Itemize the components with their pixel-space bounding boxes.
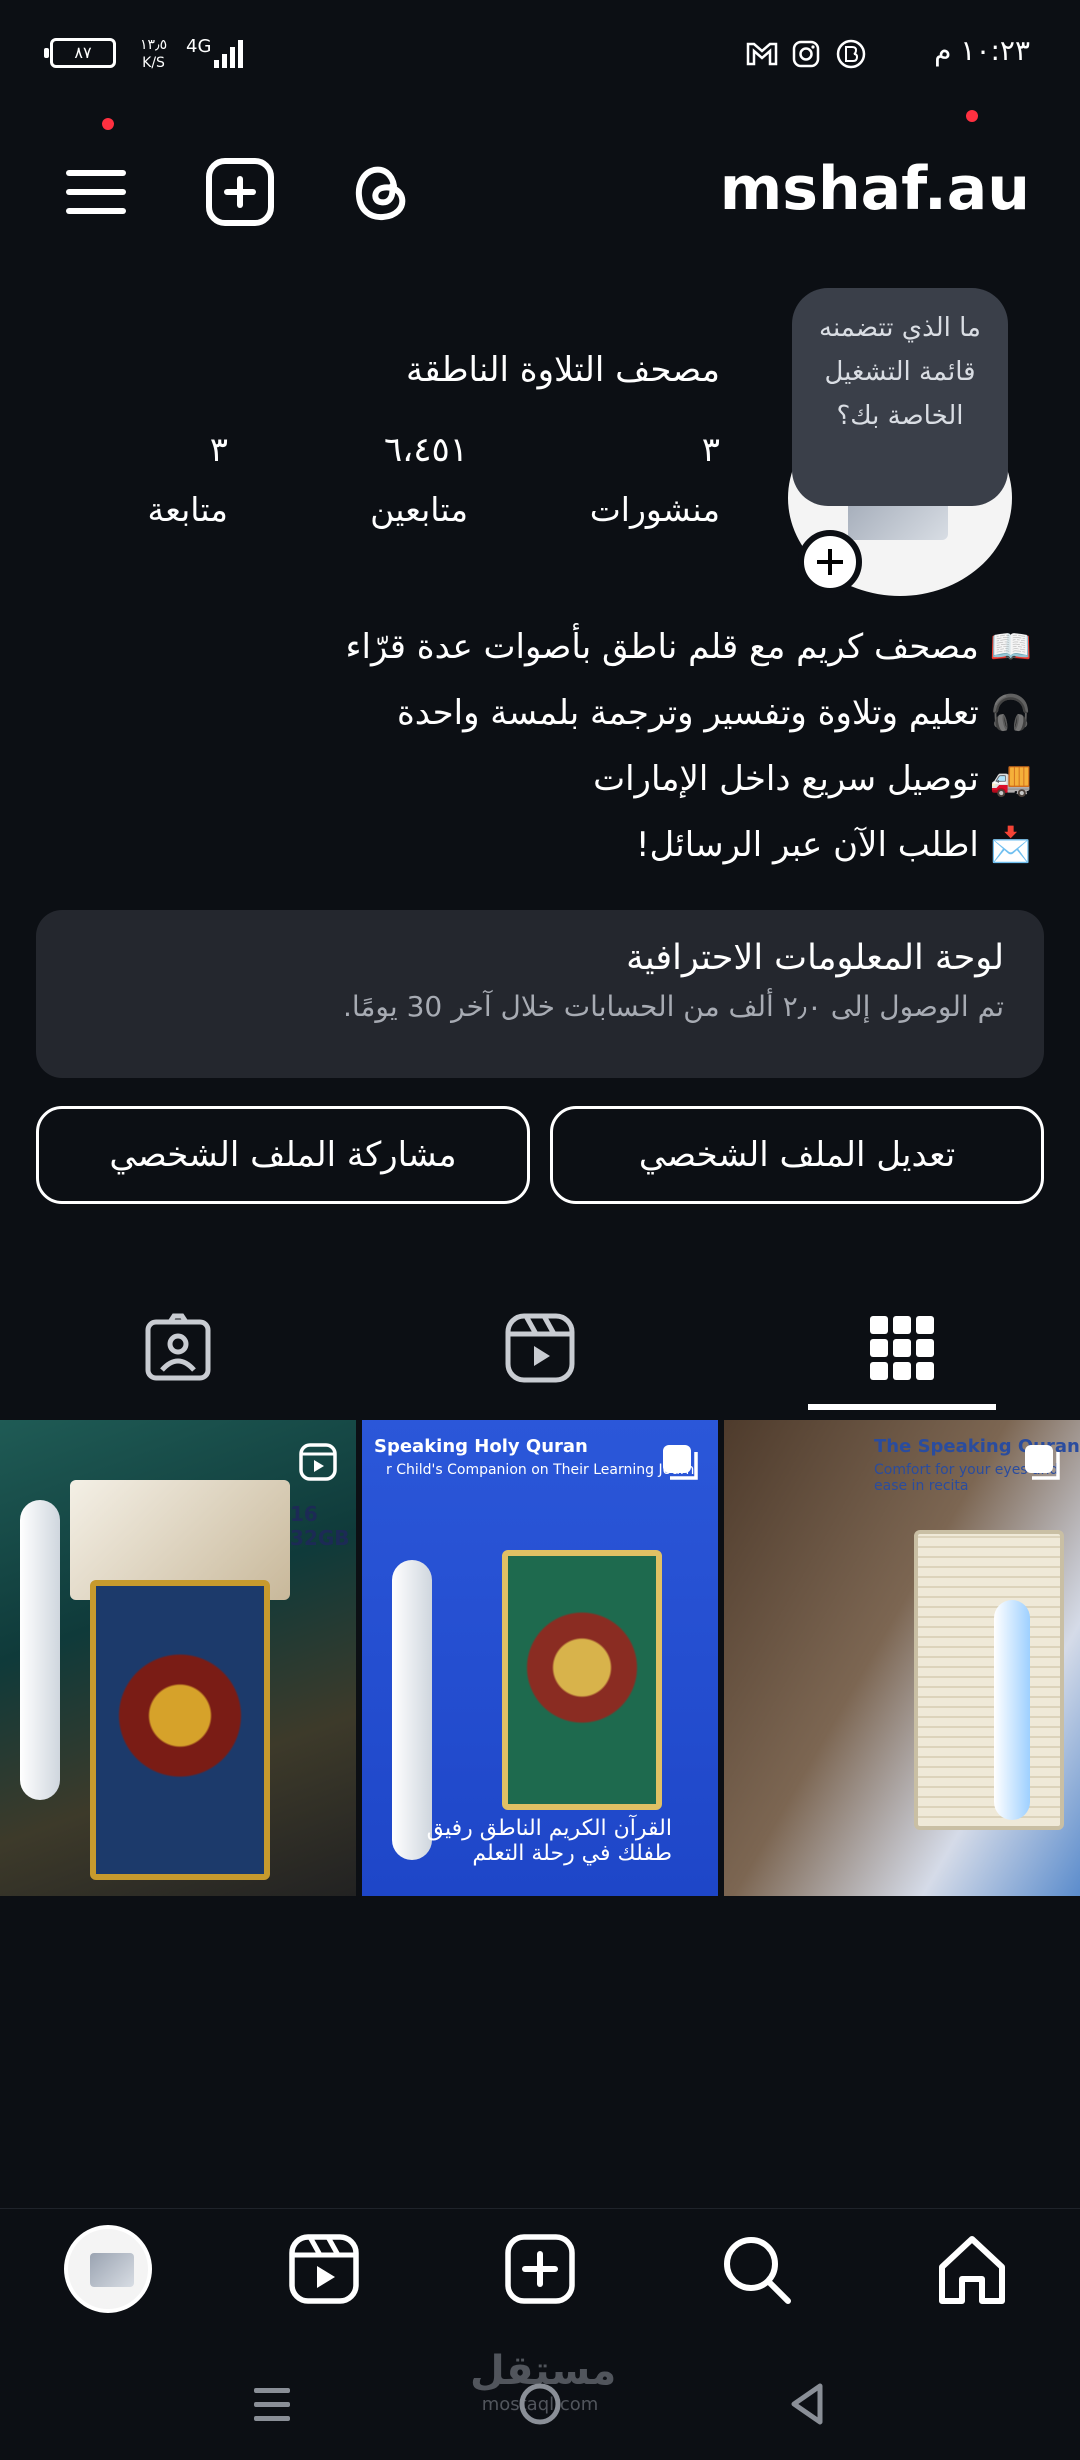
post-thumbnail[interactable]: Speaking Holy Quran r Child's Companion … [362, 1420, 718, 1896]
post-subcaption: r Child's Companion on Their Learning Jo… [386, 1462, 695, 1478]
network-type: 4G [186, 36, 212, 57]
playlist-tooltip[interactable]: ما الذي تتضمنه قائمة التشغيل الخاصة بك؟ [792, 288, 1008, 506]
followers-stat[interactable]: ٦،٤٥١ متابعين [370, 430, 468, 529]
grid-icon[interactable] [862, 1308, 942, 1388]
status-bar: ٨٧ ١٣٫٥ K/S 4G ١٠:٢٣ م [0, 0, 1080, 110]
bio-line: 📩 اطلب الآن عبر الرسائل! [635, 825, 1032, 865]
followers-label: متابعين [370, 490, 468, 529]
search-icon[interactable] [718, 2231, 794, 2307]
reading-pen-image [392, 1560, 432, 1860]
box-label-2: 32GB [290, 1526, 350, 1550]
home-icon[interactable] [934, 2231, 1010, 2307]
carousel-badge-icon [663, 1445, 698, 1480]
post-arabic-caption: القرآن الكريم الناطق رفيق طفلك في رحلة ا… [426, 1816, 672, 1866]
quran-book-image [90, 1580, 270, 1880]
following-label: متابعة [147, 490, 229, 529]
recent-apps-icon[interactable] [244, 2376, 300, 2432]
watermark-arabic: مستقل [470, 2348, 617, 2394]
reels-icon[interactable] [500, 1308, 580, 1388]
dashboard-title: لوحة المعلومات الاحترافية [626, 938, 1004, 978]
username: mshaf.au [719, 154, 1030, 224]
carousel-badge-icon [1025, 1445, 1060, 1480]
share-profile-button[interactable]: مشاركة الملف الشخصي [36, 1106, 530, 1204]
watermark: مستقل mostaql.com [470, 2348, 617, 2415]
instagram-profile-screen: ٨٧ ١٣٫٥ K/S 4G ١٠:٢٣ م mshaf.au ما الذي … [0, 0, 1080, 2460]
instagram-icon [792, 40, 820, 68]
bio-line: 🚚 توصيل سريع داخل الإمارات [593, 759, 1032, 799]
profile-tabs [0, 1290, 1080, 1410]
reel-badge-icon [299, 1443, 337, 1481]
bio-line: 🎧 تعليم وتلاوة وتفسير وترجمة بلمسة واحدة [396, 693, 1032, 733]
followers-count: ٦،٤٥١ [383, 430, 468, 470]
posts-count: ٣ [701, 430, 720, 470]
following-count: ٣ [209, 430, 228, 470]
post-thumbnail[interactable]: The Speaking Quran Comfort for your eyes… [724, 1420, 1080, 1896]
professional-dashboard[interactable]: لوحة المعلومات الاحترافية تم الوصول إلى … [36, 910, 1044, 1078]
profile-notification-dot [102, 118, 114, 130]
bottom-navigation [0, 2208, 1080, 2344]
reading-pen-image [994, 1600, 1030, 1820]
home-notification-dot [966, 110, 978, 122]
add-story-icon[interactable] [798, 530, 862, 594]
posts-label: منشورات [589, 490, 720, 529]
following-stat[interactable]: ٣ متابعة [148, 430, 229, 529]
posts-stat[interactable]: ٣ منشورات [590, 430, 720, 529]
profile-header: mshaf.au [0, 140, 1080, 250]
network-speed: ١٣٫٥ K/S [140, 36, 167, 72]
reading-pen-image [20, 1500, 60, 1800]
posts-grid: 16 32GB Speaking Holy Quran r Child's Co… [0, 1420, 1080, 1898]
quran-book-image [914, 1530, 1064, 1830]
post-thumbnail[interactable]: 16 32GB [0, 1420, 356, 1896]
profile-bio: 📖 مصحف كريم مع قلم ناطق بأصوات عدة قرّاء… [132, 614, 1032, 878]
menu-icon[interactable] [60, 156, 132, 228]
bio-line: 📖 مصحف كريم مع قلم ناطق بأصوات عدة قرّاء [345, 627, 1032, 667]
create-icon[interactable] [204, 156, 276, 228]
battery-level: ٨٧ [74, 43, 92, 62]
reels-icon[interactable] [286, 2231, 362, 2307]
network-speed-value: ١٣٫٥ [140, 37, 168, 53]
profile-avatar[interactable] [64, 2225, 152, 2313]
battery-icon: ٨٧ [44, 38, 116, 68]
edit-profile-button[interactable]: تعديل الملف الشخصي [550, 1106, 1044, 1204]
post-caption: Speaking Holy Quran [374, 1436, 588, 1457]
network-speed-unit: K/S [142, 55, 165, 71]
signal-icon [214, 40, 243, 68]
back-icon[interactable] [780, 2376, 836, 2432]
notification-icons [746, 39, 866, 69]
post-box-label: 16 32GB [290, 1502, 350, 1550]
dashboard-subtitle: تم الوصول إلى ٢٫٠ ألف من الحسابات خلال آ… [342, 990, 1004, 1023]
b-circle-icon [836, 39, 866, 69]
active-tab-indicator [808, 1404, 996, 1410]
threads-icon[interactable] [346, 156, 418, 228]
box-label-1: 16 [290, 1502, 318, 1526]
display-name: مصحف التلاوة الناطقة [406, 350, 720, 390]
clock: ١٠:٢٣ م [934, 34, 1030, 67]
create-icon[interactable] [502, 2231, 578, 2307]
quran-book-image [502, 1550, 662, 1810]
tagged-icon[interactable] [138, 1308, 218, 1388]
gmail-icon [746, 42, 778, 66]
avatar-image [90, 2253, 134, 2287]
watermark-url: mostaql.com [481, 2394, 599, 2415]
